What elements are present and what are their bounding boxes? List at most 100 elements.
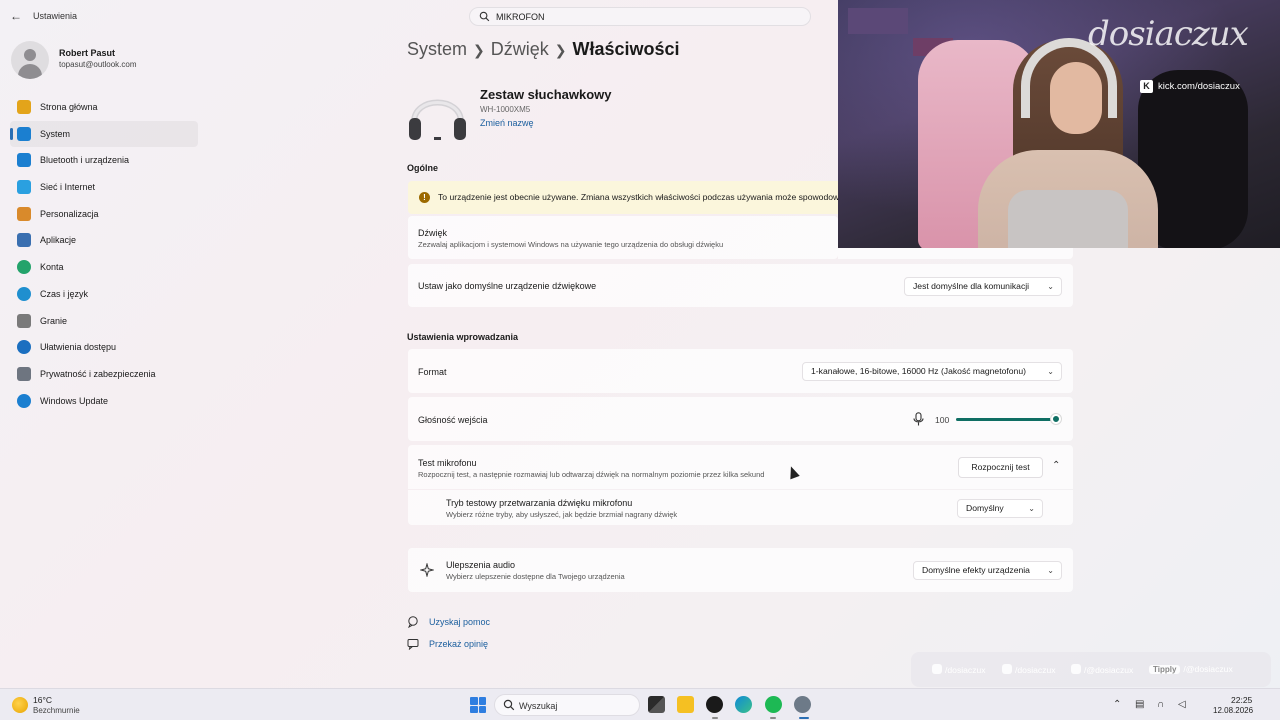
webcam-overlay: dosiaczux K kick.com/dosiaczux (838, 0, 1280, 248)
sidebar-item-aplikacje[interactable]: Aplikacje (10, 227, 198, 253)
task-view-icon[interactable] (648, 696, 665, 713)
format-value: 1-kanałowe, 16-bitowe, 16000 Hz (Jakość … (811, 366, 1026, 376)
title-bar: ← Ustawienia MIKROFON (0, 0, 838, 32)
feedback-label: Przekaż opinię (429, 639, 489, 649)
sidebar-item-personalizacja[interactable]: Personalizacja (10, 201, 198, 227)
audio-allow-row-tail (838, 248, 1073, 259)
start-test-button[interactable]: Rozpocznij test (958, 457, 1043, 478)
weather-temp[interactable]: 16°C (33, 695, 52, 705)
breadcrumb-sound[interactable]: Dźwięk (491, 39, 549, 59)
input-volume-label: Głośność wejścia (418, 415, 488, 425)
sidebar-item-ułatwienia-dostępu[interactable]: Ułatwienia dostępu (10, 334, 198, 360)
audio-allow-label: Dźwięk (418, 228, 448, 238)
globe-clock-icon (17, 286, 31, 301)
person-icon (17, 260, 31, 275)
mic-test-desc: Rozpocznij test, a następnie rozmawiaj l… (418, 470, 765, 479)
headphones-icon[interactable]: ∩ (1157, 699, 1164, 710)
sidebar-item-strona-główna[interactable]: Strona główna (10, 94, 198, 120)
section-title-input: Ustawienia wprowadzania (407, 332, 519, 342)
format-dropdown[interactable]: 1-kanałowe, 16-bitowe, 16000 Hz (Jakość … (802, 362, 1062, 381)
feedback-icon (407, 639, 419, 650)
tiktok-icon (1002, 664, 1012, 674)
chevron-up-icon[interactable]: ⌃ (1113, 699, 1121, 710)
social-instagram: /dosiaczux (932, 664, 986, 675)
audio-allow-row[interactable]: Dźwięk Zezwalaj aplikacjom i systemowi W… (408, 216, 838, 259)
network-icon[interactable]: ▤ (1135, 699, 1144, 710)
help-chat-icon (408, 616, 418, 628)
rename-link[interactable]: Zmień nazwę (480, 118, 534, 128)
mic-test-label: Test mikrofonu (418, 458, 477, 468)
sidebar-item-label: Aplikacje (40, 235, 77, 246)
chevron-up-icon[interactable]: ⌃ (1052, 460, 1060, 471)
app-title: Ustawienia (33, 11, 78, 21)
sidebar-item-label: Strona główna (40, 102, 98, 112)
sidebar-item-system[interactable]: System (10, 120, 198, 147)
section-title-general: Ogólne (407, 163, 438, 173)
sidebar-item-bluetooth-i-urządzenia[interactable]: Bluetooth i urządzenia (10, 147, 198, 173)
update-icon (17, 393, 31, 408)
brush-icon (17, 206, 31, 221)
chevron-down-icon: ⌄ (1047, 566, 1054, 575)
user-name: Robert Pasut (59, 48, 116, 58)
back-arrow-icon[interactable]: ← (8, 8, 24, 24)
file-explorer-icon[interactable] (677, 696, 694, 713)
sidebar-item-czas-i-język[interactable]: Czas i język (10, 281, 198, 307)
weather-desc[interactable]: Bezchmurnie (33, 706, 80, 715)
sidebar-item-label: Bluetooth i urządzenia (40, 155, 130, 166)
taskbar-search[interactable]: Wyszukaj (494, 694, 640, 716)
sidebar-item-prywatność-i-zabezpieczenia[interactable]: Prywatność i zabezpieczenia (10, 361, 198, 387)
home-icon (17, 100, 31, 114)
shield-icon (17, 366, 31, 381)
sidebar-item-granie[interactable]: Granie (10, 308, 198, 334)
input-volume-slider-track[interactable] (956, 418, 1056, 421)
tipply-logo: Tipply (1149, 665, 1181, 674)
taskbar: 16°C Bezchmurnie Wyszukaj ⌃ ▤ ∩ ◁ 22:25 … (0, 688, 1280, 720)
default-device-dropdown[interactable]: Jest domyślne dla komunikacji ⌄ (904, 277, 1062, 296)
default-device-value: Jest domyślne dla komunikacji (913, 281, 1030, 291)
kick-url: kick.com/dosiaczux (1158, 81, 1240, 92)
test-mode-value: Domyślny (966, 503, 1004, 513)
bluetooth-icon (17, 153, 31, 168)
clock-date[interactable]: 12.08.2026 (1213, 706, 1253, 715)
youtube-icon (1071, 664, 1081, 674)
in-use-warning-banner: ! To urządzenie jest obecnie używane. Zm… (408, 181, 838, 214)
default-device-label: Ustaw jako domyślne urządzenie dźwiękowe (418, 281, 597, 291)
get-help-label: Uzyskaj pomoc (429, 617, 491, 627)
device-model: WH-1000XM5 (480, 105, 531, 114)
test-mode-dropdown[interactable]: Domyślny ⌄ (957, 499, 1043, 518)
headset-icon (409, 99, 466, 140)
windows-start-icon[interactable] (470, 697, 486, 713)
format-label: Format (418, 367, 447, 377)
sidebar-item-konta[interactable]: Konta (10, 254, 198, 280)
social-tipply: Tipply/@dosiaczux (1149, 664, 1233, 674)
search-input[interactable]: MIKROFON (469, 7, 811, 26)
avatar (11, 41, 49, 79)
sidebar-item-label: Granie (40, 315, 68, 326)
chevron-down-icon: ⌄ (1047, 282, 1054, 291)
settings-gear-icon[interactable] (794, 696, 811, 713)
input-volume-slider-thumb[interactable] (1051, 414, 1061, 424)
sidebar-item-windows-update[interactable]: Windows Update (10, 388, 198, 414)
audio-enhancements-desc: Wybierz ulepszenie dostępne dla Twojego … (446, 572, 625, 581)
chevron-right-icon: ❯ (554, 42, 567, 58)
search-icon (503, 699, 515, 711)
breadcrumb-system[interactable]: System (407, 39, 467, 59)
clock-time[interactable]: 22:25 (1231, 695, 1252, 705)
test-mode-label: Tryb testowy przetwarzania dźwięku mikro… (446, 498, 633, 508)
obs-icon[interactable] (706, 696, 723, 713)
accessibility-icon (17, 340, 31, 355)
breadcrumb: System ❯ Dźwięk ❯ Właściwości (407, 39, 680, 60)
microphone-icon[interactable] (913, 412, 924, 426)
sidebar-nav: Strona główna System Bluetooth i urządzeni… (10, 94, 198, 414)
speaker-icon[interactable]: ◁ (1178, 699, 1186, 710)
sidebar-item-label: System (40, 128, 71, 139)
stream-brand-logo: dosiaczux (1088, 14, 1249, 54)
audio-enhancements-dropdown[interactable]: Domyślne efekty urządzenia ⌄ (913, 561, 1062, 580)
edge-icon[interactable] (735, 696, 752, 713)
weather-sun-icon[interactable] (12, 697, 28, 713)
social-youtube: /@dosiaczux (1071, 664, 1133, 675)
wifi-icon (17, 180, 31, 195)
warning-icon: ! (419, 192, 430, 203)
sidebar-item-sieć-i-internet[interactable]: Sieć i Internet (10, 174, 198, 200)
spotify-icon[interactable] (765, 696, 782, 713)
